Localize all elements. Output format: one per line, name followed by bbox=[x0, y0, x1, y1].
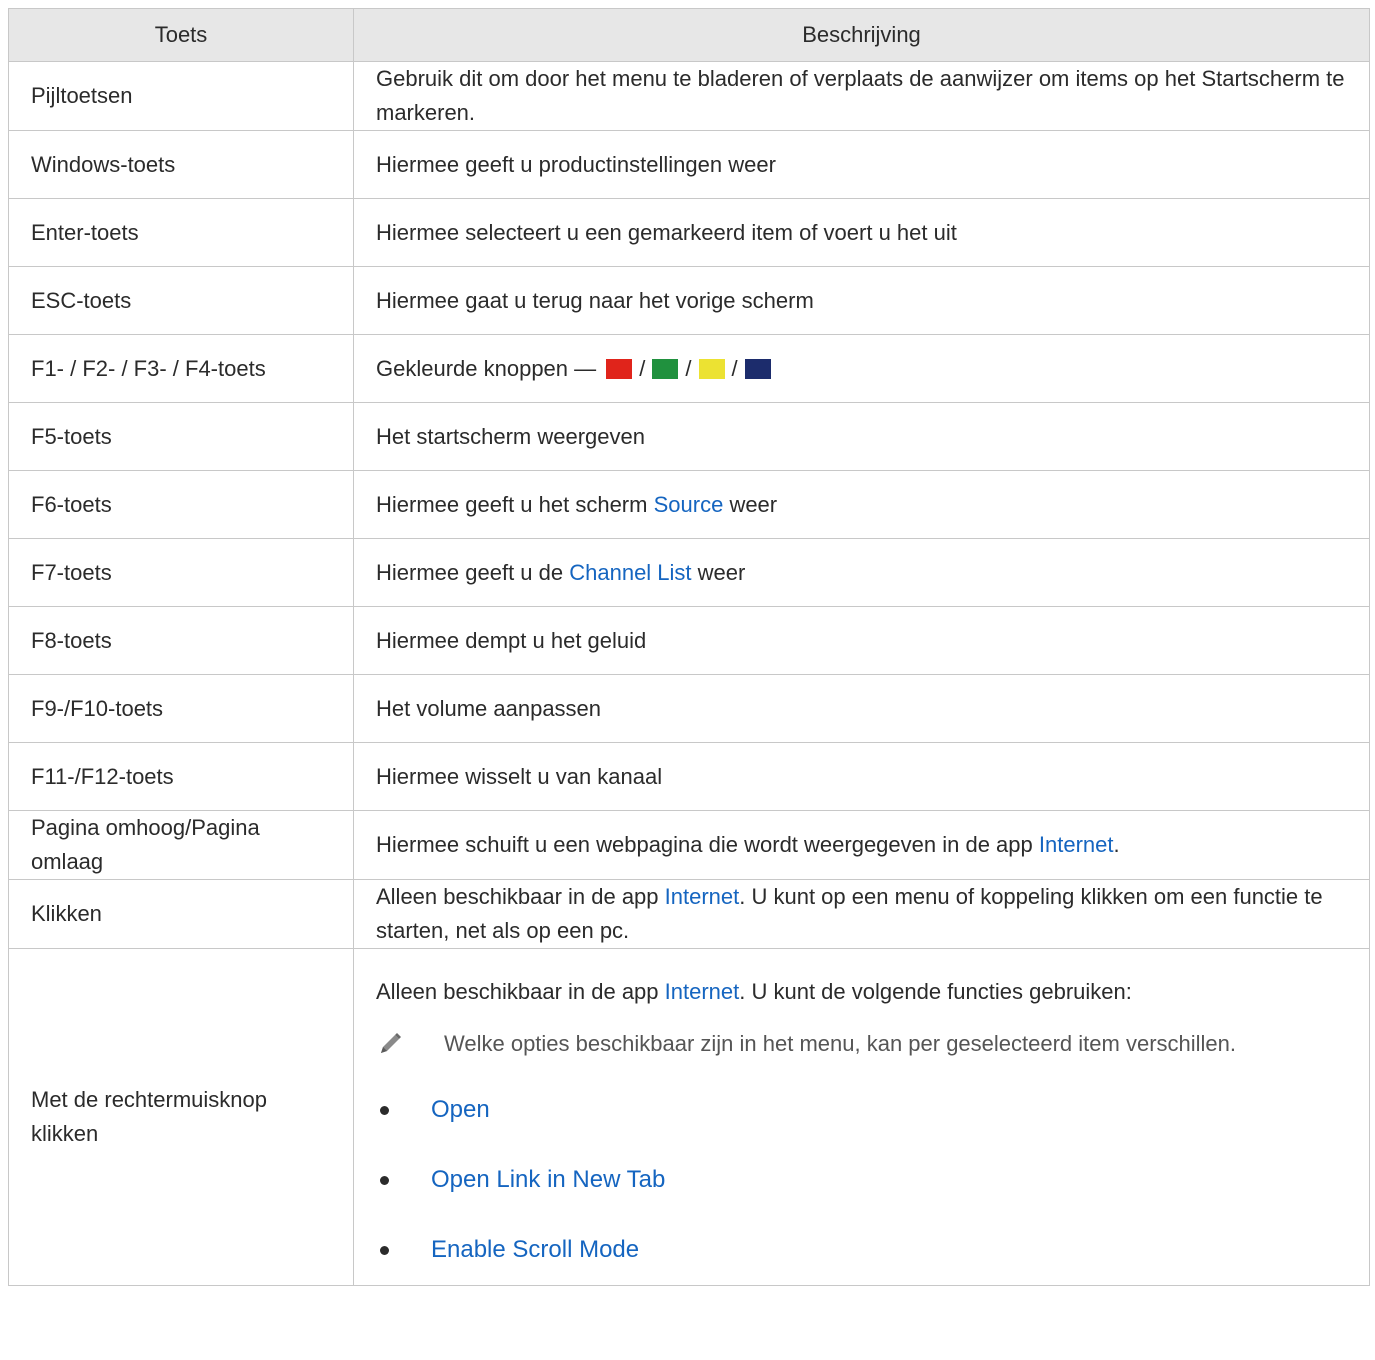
description-text: Gekleurde knoppen — bbox=[376, 355, 597, 381]
description-cell: Alleen beschikbaar in de app Internet. U… bbox=[353, 879, 1370, 949]
description-cell: Hiermee dempt u het geluid bbox=[353, 606, 1370, 675]
key-cell: F7-toets bbox=[8, 538, 354, 607]
keyboard-shortcuts-table: Toets Beschrijving Pijltoetsen Gebruik d… bbox=[8, 8, 1370, 1286]
table-row: Pijltoetsen Gebruik dit om door het menu… bbox=[8, 61, 1370, 131]
separator: / bbox=[685, 355, 692, 381]
description-text: weer bbox=[729, 491, 778, 517]
yellow-button-swatch bbox=[698, 358, 725, 379]
description-cell: Hiermee schuift u een webpagina die word… bbox=[353, 810, 1370, 880]
bullet-icon bbox=[380, 1105, 389, 1115]
table-row: Windows-toets Hiermee geeft u productins… bbox=[8, 130, 1370, 199]
description-cell: Hiermee geeft u het scherm Source weer bbox=[353, 470, 1370, 539]
description-cell: Hiermee gaat u terug naar het vorige sch… bbox=[353, 266, 1370, 335]
key-cell: F6-toets bbox=[8, 470, 354, 539]
description-cell: Hiermee geeft u de Channel List weer bbox=[353, 538, 1370, 607]
description-cell: Het volume aanpassen bbox=[353, 674, 1370, 743]
key-cell: Pagina omhoog/Pagina omlaag bbox=[8, 810, 354, 880]
key-cell: Enter-toets bbox=[8, 198, 354, 267]
option-open-link-in-new-tab: Open Link in New Tab bbox=[431, 1166, 666, 1193]
description-text: . U kunt de volgende functies gebruiken: bbox=[739, 979, 1132, 1004]
note: Welke opties beschikbaar zijn in het men… bbox=[376, 1027, 1349, 1061]
list-item: Open bbox=[376, 1075, 1349, 1145]
key-cell: F9-/F10-toets bbox=[8, 674, 354, 743]
internet-app-term: Internet bbox=[664, 979, 740, 1004]
table-row: F1- / F2- / F3- / F4-toets Gekleurde kno… bbox=[8, 334, 1370, 403]
description-cell: Hiermee geeft u productinstellingen weer bbox=[353, 130, 1370, 199]
key-cell: Pijltoetsen bbox=[8, 61, 354, 131]
description-cell: Alleen beschikbaar in de app Internet. U… bbox=[353, 948, 1370, 1286]
table-row: ESC-toets Hiermee gaat u terug naar het … bbox=[8, 266, 1370, 335]
table-header-row: Toets Beschrijving bbox=[8, 8, 1370, 62]
key-cell: F5-toets bbox=[8, 402, 354, 471]
description-text: Hiermee geeft u het scherm bbox=[376, 491, 648, 517]
list-item: Enable Scroll Mode bbox=[376, 1215, 1349, 1285]
description-text: Hiermee schuift u een webpagina die word… bbox=[376, 832, 1033, 857]
bullet-icon bbox=[380, 1175, 389, 1185]
description-cell: Gebruik dit om door het menu te bladeren… bbox=[353, 61, 1370, 131]
key-cell: F11-/F12-toets bbox=[8, 742, 354, 811]
column-header-key: Toets bbox=[8, 8, 354, 62]
table-row: F6-toets Hiermee geeft u het scherm Sour… bbox=[8, 470, 1370, 539]
table-row: F7-toets Hiermee geeft u de Channel List… bbox=[8, 538, 1370, 607]
table-row: Pagina omhoog/Pagina omlaag Hiermee schu… bbox=[8, 810, 1370, 880]
internet-app-term: Internet bbox=[1038, 832, 1114, 857]
column-header-description: Beschrijving bbox=[353, 8, 1370, 62]
description-text: . bbox=[1113, 832, 1120, 857]
key-cell: F8-toets bbox=[8, 606, 354, 675]
key-cell: ESC-toets bbox=[8, 266, 354, 335]
description-paragraph: Alleen beschikbaar in de app Internet. U… bbox=[376, 975, 1349, 1009]
list-item: Open Link in New Tab bbox=[376, 1145, 1349, 1215]
internet-app-term: Internet bbox=[664, 884, 740, 909]
page: Toets Beschrijving Pijltoetsen Gebruik d… bbox=[0, 0, 1375, 1360]
description-cell: Het startscherm weergeven bbox=[353, 402, 1370, 471]
separator: / bbox=[731, 355, 738, 381]
table-row: F5-toets Het startscherm weergeven bbox=[8, 402, 1370, 471]
description-text: weer bbox=[697, 559, 746, 585]
description-cell: Hiermee selecteert u een gemarkeerd item… bbox=[353, 198, 1370, 267]
table-row: F9-/F10-toets Het volume aanpassen bbox=[8, 674, 1370, 743]
description-cell: Hiermee wisselt u van kanaal bbox=[353, 742, 1370, 811]
table-row: F8-toets Hiermee dempt u het geluid bbox=[8, 606, 1370, 675]
blue-button-swatch bbox=[744, 358, 771, 379]
description-text: Alleen beschikbaar in de app bbox=[376, 884, 659, 909]
green-button-swatch bbox=[652, 358, 679, 379]
channel-list-term: Channel List bbox=[569, 559, 692, 585]
key-cell: Met de rechtermuisknop klikken bbox=[8, 948, 354, 1286]
context-menu-options-list: Open Open Link in New Tab Enable Scroll … bbox=[376, 1075, 1349, 1285]
table-row: F11-/F12-toets Hiermee wisselt u van kan… bbox=[8, 742, 1370, 811]
description-text: Alleen beschikbaar in de app bbox=[376, 979, 659, 1004]
description-cell: Gekleurde knoppen — / / / bbox=[353, 334, 1370, 403]
option-enable-scroll-mode: Enable Scroll Mode bbox=[431, 1236, 640, 1263]
bullet-icon bbox=[380, 1245, 389, 1255]
key-cell: Windows-toets bbox=[8, 130, 354, 199]
red-button-swatch bbox=[606, 358, 633, 379]
table-row: Klikken Alleen beschikbaar in de app Int… bbox=[8, 879, 1370, 949]
table-row: Met de rechtermuisknop klikken Alleen be… bbox=[8, 948, 1370, 1286]
option-open: Open bbox=[431, 1096, 490, 1123]
pencil-icon bbox=[376, 1030, 404, 1058]
key-cell: F1- / F2- / F3- / F4-toets bbox=[8, 334, 354, 403]
note-text: Welke opties beschikbaar zijn in het men… bbox=[444, 1031, 1236, 1056]
key-cell: Klikken bbox=[8, 879, 354, 949]
source-menu-term: Source bbox=[653, 491, 724, 517]
table-row: Enter-toets Hiermee selecteert u een gem… bbox=[8, 198, 1370, 267]
description-text: Hiermee geeft u de bbox=[376, 559, 564, 585]
separator: / bbox=[639, 355, 646, 381]
